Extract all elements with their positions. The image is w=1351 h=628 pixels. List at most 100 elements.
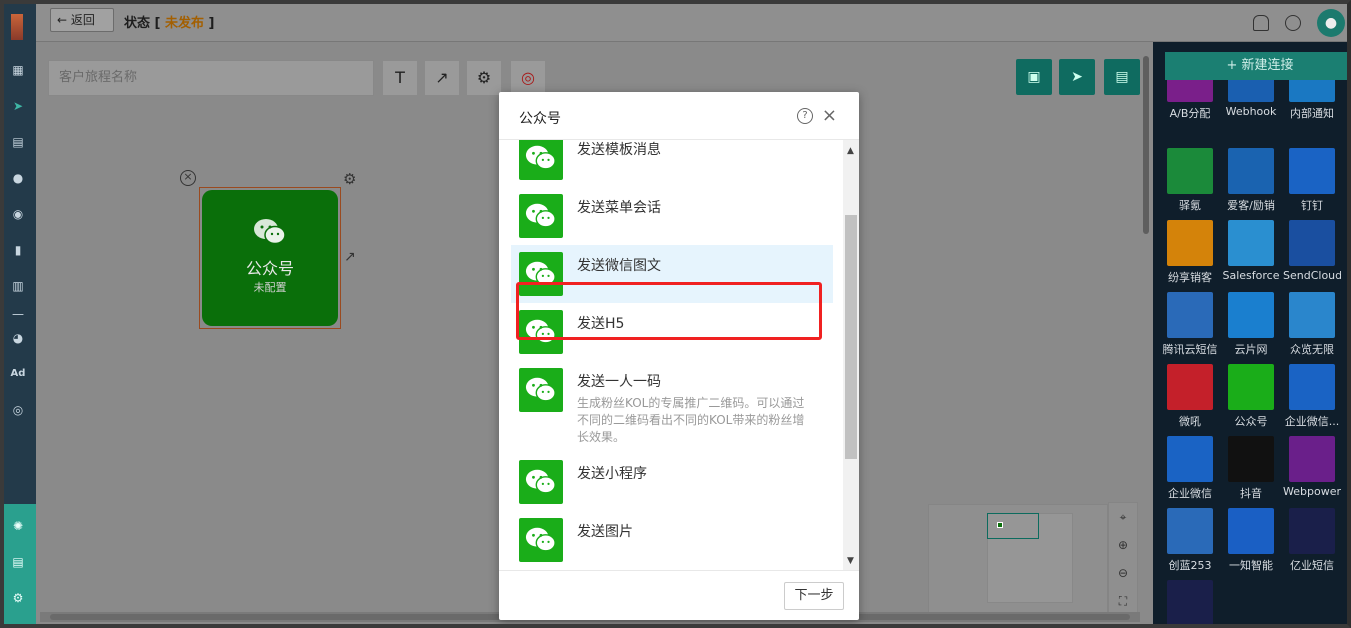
bell-icon[interactable] — [1253, 15, 1269, 31]
connector-item[interactable]: 众览无限 — [1283, 292, 1341, 357]
connector-item[interactable]: 钉钉 — [1283, 148, 1341, 213]
action-list-item[interactable]: 发送图片 — [511, 511, 833, 569]
chart-icon[interactable]: ▥ — [10, 278, 26, 294]
action-list-item[interactable]: 发送模板消息 — [511, 140, 833, 187]
status-prefix: 状态 [ — [124, 16, 161, 31]
zoom-controls: ⌖ ⊕ ⊖ ⛶ — [1108, 502, 1138, 616]
zoom-out-icon[interactable]: ⊖ — [1109, 559, 1137, 587]
connector-item[interactable]: Webpower — [1283, 436, 1341, 498]
publish-send-icon[interactable]: ➤ — [1059, 59, 1095, 95]
connector-item[interactable]: 抖音 — [1222, 436, 1280, 501]
minimap[interactable] — [928, 504, 1108, 620]
journey-name-input[interactable]: 客户旅程名称 — [48, 60, 374, 96]
left-nav-rail: ▦ ➤ ▤ ● ◉ ▮ ▥ — ◕ Ad ◎ ✺ ▤ ⚙ — [4, 4, 36, 624]
connector-logo-icon — [1228, 364, 1274, 410]
connector-label: 企业微信 — [1168, 487, 1212, 500]
chat-icon[interactable] — [1285, 15, 1301, 31]
bookmark-icon[interactable]: ▮ — [10, 242, 26, 258]
wechat-icon — [519, 194, 563, 238]
connector-item[interactable]: SendCloud — [1283, 220, 1341, 282]
settings-icon[interactable]: ⚙ — [10, 590, 26, 606]
app-logo — [11, 14, 23, 40]
back-button[interactable]: ← 返回 — [50, 8, 114, 32]
connector-logo-icon — [1167, 220, 1213, 266]
action-list-item[interactable]: 发送小程序 — [511, 453, 833, 511]
scroll-down-icon[interactable]: ▼ — [847, 556, 854, 566]
wechat-icon[interactable]: ◕ — [10, 330, 26, 346]
connector-logo-icon — [1228, 148, 1274, 194]
fit-view-icon[interactable]: ⛶ — [1109, 587, 1137, 615]
save-icon[interactable]: ▣ — [1016, 59, 1052, 95]
connector-item[interactable]: 企业微信 — [1161, 436, 1219, 501]
connector-label: 企业微信... — [1284, 415, 1340, 428]
connector-item[interactable]: Salesforce — [1222, 220, 1280, 282]
server-icon[interactable]: ▤ — [10, 554, 26, 570]
connector-logo-icon — [1289, 292, 1335, 338]
connector-item[interactable]: 亿业邮件 — [1161, 580, 1219, 624]
connector-item[interactable]: 微吼 — [1161, 364, 1219, 429]
app-window: ▦ ➤ ▤ ● ◉ ▮ ▥ — ◕ Ad ◎ ✺ ▤ ⚙ ← 返回 状态 [ 未… — [0, 0, 1351, 628]
target-tool-icon[interactable]: ◎ — [510, 60, 546, 96]
connector-item[interactable]: 驿氪 — [1161, 148, 1219, 213]
locate-icon[interactable]: ⌖ — [1109, 503, 1137, 531]
connector-item[interactable]: 一知智能 — [1222, 508, 1280, 573]
dialog-footer: 下一步 — [499, 570, 859, 620]
connector-item[interactable]: 公众号 — [1222, 364, 1280, 429]
connector-label: 驿氪 — [1179, 199, 1201, 212]
vscroll-thumb[interactable] — [1143, 56, 1149, 234]
dashboard-icon[interactable]: ▦ — [10, 62, 26, 78]
action-item-text: 发送一人一码 生成粉丝KOL的专属推广二维码。可以通过不同的二维码看出不同的KOL… — [577, 371, 813, 446]
connector-label: 抖音 — [1240, 487, 1262, 500]
minimap-viewport[interactable] — [987, 513, 1039, 539]
connector-item[interactable]: 亿业短信 — [1283, 508, 1341, 573]
connector-label: SendCloud — [1283, 269, 1341, 282]
rail-bottom-section: ✺ ▤ ⚙ — [4, 504, 36, 624]
layout-icon[interactable]: ▤ — [10, 134, 26, 150]
divider-icon: — — [12, 307, 24, 321]
ad-icon[interactable]: Ad — [10, 366, 26, 382]
send-icon[interactable]: ➤ — [10, 98, 26, 114]
wechat-icon — [519, 518, 563, 562]
node-subtitle: 未配置 — [253, 281, 287, 294]
layout-toggle-icon[interactable]: ▤ — [1104, 59, 1140, 95]
node-settings-icon[interactable]: ⚙ — [343, 170, 356, 188]
connector-item[interactable]: 企业微信... — [1283, 364, 1341, 429]
status-value: 未发布 — [165, 16, 205, 31]
compass-icon[interactable]: ◎ — [10, 402, 26, 418]
connector-logo-icon — [1289, 508, 1335, 554]
connector-label: 云片网 — [1234, 343, 1268, 356]
dialog-scrollbar[interactable]: ▲ ▼ — [843, 140, 859, 570]
action-item-title: 发送菜单会话 — [577, 200, 661, 216]
dialog-scroll-thumb[interactable] — [845, 215, 857, 459]
action-item-text: 发送图片 — [577, 521, 633, 562]
connector-handle-icon[interactable]: ↗ — [344, 249, 356, 265]
top-bar: ← 返回 状态 [ 未发布 ] ● — [36, 4, 1347, 42]
help-icon[interactable]: ? — [797, 108, 813, 124]
connector-item[interactable]: 爱客/励销 — [1222, 148, 1280, 213]
top-icons: ● — [1253, 6, 1345, 40]
wechat-node[interactable]: 公众号 未配置 — [199, 187, 341, 329]
action-list-item[interactable]: 发送菜单会话 — [511, 187, 833, 245]
connector-item[interactable]: 创蓝253 — [1161, 508, 1219, 573]
text-tool-icon[interactable]: T — [382, 60, 418, 96]
connector-logo-icon — [1167, 580, 1213, 624]
connector-item[interactable]: 纷享销客 — [1161, 220, 1219, 285]
connector-item[interactable]: 云片网 — [1222, 292, 1280, 357]
next-step-button[interactable]: 下一步 — [784, 582, 844, 610]
action-list-item[interactable]: 发送一人一码 生成粉丝KOL的专属推广二维码。可以通过不同的二维码看出不同的KOL… — [511, 361, 833, 453]
connector-logo-icon — [1167, 364, 1213, 410]
users-icon[interactable]: ◉ — [10, 206, 26, 222]
user-icon[interactable]: ● — [10, 170, 26, 186]
scroll-up-icon[interactable]: ▲ — [847, 146, 854, 156]
new-connection-button[interactable]: + 新建连接 — [1165, 52, 1347, 80]
avatar[interactable]: ● — [1317, 9, 1345, 37]
hub-icon[interactable]: ✺ — [10, 518, 26, 534]
arrow-tool-icon[interactable]: ↗ — [424, 60, 460, 96]
gear-tool-icon[interactable]: ⚙ — [466, 60, 502, 96]
connector-item[interactable]: 腾讯云短信 — [1161, 292, 1219, 357]
close-icon[interactable]: × — [822, 105, 837, 126]
node-remove-icon[interactable]: × — [180, 170, 196, 186]
action-item-text: 发送小程序 — [577, 463, 647, 504]
canvas-vertical-scrollbar[interactable] — [1141, 46, 1151, 606]
zoom-in-icon[interactable]: ⊕ — [1109, 531, 1137, 559]
